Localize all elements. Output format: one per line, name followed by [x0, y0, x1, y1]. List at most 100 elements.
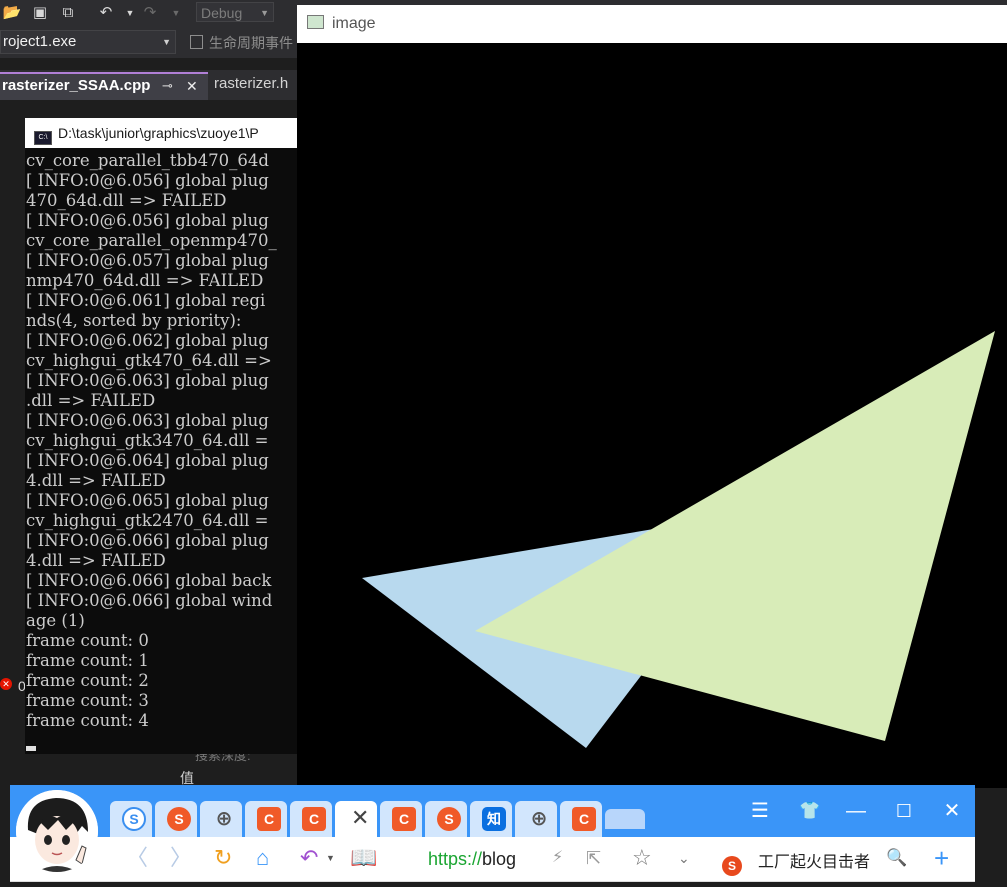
csdn-icon: C	[392, 807, 416, 831]
browser-tab[interactable]: S	[155, 801, 197, 837]
console-line: [ INFO:0@6.062] global plug	[26, 331, 269, 350]
console-line: frame count: 0	[26, 631, 149, 650]
browser-tab[interactable]: ✕	[335, 801, 377, 837]
console-line: [ INFO:0@6.066] global back	[26, 571, 272, 590]
console-line: 4.dll => FAILED	[26, 551, 166, 570]
reading-mode-icon[interactable]: 📖	[350, 846, 377, 870]
sogou-s-icon: S	[122, 807, 146, 831]
configuration-select[interactable]: Debug ▼	[196, 2, 274, 22]
browser-tab[interactable]: C	[560, 801, 602, 837]
console-icon: C:\	[34, 131, 52, 145]
url-scheme: https://	[428, 849, 483, 869]
home-icon[interactable]: ⌂	[256, 846, 269, 870]
pin-icon[interactable]: ⊸	[162, 74, 173, 98]
back-icon[interactable]: 〈	[126, 846, 148, 870]
console-line: .dll => FAILED	[26, 391, 156, 410]
minimize-icon[interactable]: —	[842, 797, 870, 825]
avatar-image	[16, 790, 98, 872]
extra-tab[interactable]	[605, 809, 645, 829]
browser-tab[interactable]: C	[245, 801, 287, 837]
lifecycle-events[interactable]: 生命周期事件	[190, 33, 293, 53]
startup-project-select[interactable]: roject1.exe ▼	[0, 30, 176, 54]
configuration-value: Debug	[201, 5, 243, 21]
maximize-icon[interactable]: ☐	[890, 797, 918, 825]
console-cursor	[26, 746, 36, 751]
tab-label: rasterizer_SSAA.cpp	[2, 77, 151, 94]
tab-rasterizer-h[interactable]: rasterizer.h	[214, 75, 288, 92]
console-line: age (1)	[26, 611, 85, 630]
console-line: frame count: 4	[26, 711, 149, 730]
console-line: [ INFO:0@6.056] global plug	[26, 171, 269, 190]
forward-icon[interactable]: 〉	[170, 846, 192, 870]
close-window-icon[interactable]: ✕	[938, 797, 966, 825]
csdn-icon: C	[572, 807, 596, 831]
browser-tab[interactable]: 知	[470, 801, 512, 837]
zhihu-icon: 知	[482, 807, 506, 831]
chevron-down-icon[interactable]: ▼	[120, 3, 140, 23]
undo-icon[interactable]: ↶	[96, 3, 116, 23]
chevron-down-icon[interactable]: ⌄	[678, 846, 690, 870]
window-icon	[307, 15, 324, 29]
error-icon: ✕	[0, 678, 12, 690]
refresh-icon[interactable]: ↻	[214, 846, 232, 870]
open-folder-icon[interactable]: 📂	[2, 3, 22, 23]
lifecycle-label: 生命周期事件	[209, 35, 293, 51]
sogou-icon: S	[437, 807, 461, 831]
csdn-icon: C	[302, 807, 326, 831]
lightning-icon[interactable]: ⚡	[552, 846, 563, 870]
console-line: [ INFO:0@6.066] global wind	[26, 591, 273, 610]
browser-tab[interactable]: ⊕	[515, 801, 557, 837]
console-title: D:\task\junior\graphics\zuoye1\P	[58, 125, 259, 141]
console-line: cv_core_parallel_tbb470_64d	[26, 151, 269, 170]
save-icon[interactable]: ▣	[30, 3, 50, 23]
console-line: nmp470_64d.dll => FAILED	[26, 271, 264, 290]
redo-icon[interactable]: ↷	[140, 3, 160, 23]
undo-close-icon[interactable]: ↶	[300, 846, 318, 870]
image-window-title-bar[interactable]: image	[297, 5, 1007, 43]
star-icon[interactable]: ☆	[632, 846, 652, 870]
search-engine-icon[interactable]: S	[722, 856, 742, 876]
browser-window[interactable]: ☰ 👕 — ☐ ✕ 〈 〉 ↻ ⌂ ↶ ▼ 📖 https://blog ⚡ ⇱…	[10, 785, 975, 887]
console-line: [ INFO:0@6.065] global plug	[26, 491, 269, 510]
console-line: [ INFO:0@6.057] global plug	[26, 251, 269, 270]
search-box[interactable]: S 工厂起火目击者	[722, 848, 870, 876]
avatar[interactable]	[16, 790, 98, 872]
save-all-icon[interactable]: ⧉	[58, 3, 78, 23]
console-line: frame count: 1	[26, 651, 149, 670]
new-tab-icon[interactable]: +	[934, 845, 949, 871]
menu-icon[interactable]: ☰	[746, 797, 774, 825]
console-output: cv_core_parallel_tbb470_64d[ INFO:0@6.05…	[26, 151, 297, 731]
console-title-bar[interactable]: C:\ D:\task\junior\graphics\zuoye1\P	[25, 118, 297, 148]
sogou-icon: S	[167, 807, 191, 831]
share-icon[interactable]: ⇱	[586, 846, 601, 870]
close-icon[interactable]: ✕	[351, 805, 369, 831]
address-bar[interactable]: https://blog	[428, 849, 516, 870]
globe-icon: ⊕	[215, 808, 233, 830]
console-line: 4.dll => FAILED	[26, 471, 166, 490]
console-line: frame count: 2	[26, 671, 149, 690]
browser-tab[interactable]: ⊕	[200, 801, 242, 837]
browser-tab[interactable]: S	[425, 801, 467, 837]
chevron-down-icon: ▼	[162, 37, 171, 47]
url-text: blog	[482, 849, 517, 869]
browser-tab[interactable]: C	[380, 801, 422, 837]
image-window[interactable]: image	[297, 5, 1007, 788]
chevron-down-icon[interactable]: ▼	[326, 846, 335, 870]
skin-icon[interactable]: 👕	[796, 797, 824, 825]
console-line: cv_highgui_gtk3470_64.dll =	[26, 431, 269, 450]
browser-tab[interactable]: S	[110, 801, 152, 837]
startup-project-value: roject1.exe	[3, 33, 77, 50]
search-icon[interactable]: 🔍	[886, 846, 907, 870]
close-icon[interactable]: ✕	[186, 74, 198, 98]
console-line: [ INFO:0@6.064] global plug	[26, 451, 269, 470]
console-line: frame count: 3	[26, 691, 149, 710]
console-line: [ INFO:0@6.063] global plug	[26, 411, 269, 430]
search-text: 工厂起火目击者	[758, 854, 871, 871]
tab-rasterizer-ssaa[interactable]: rasterizer_SSAA.cpp ⊸ ✕	[0, 72, 208, 100]
console-line: cv_highgui_gtk2470_64.dll =	[26, 511, 269, 530]
chevron-down-icon[interactable]: ▼	[166, 3, 186, 23]
console-line: [ INFO:0@6.066] global plug	[26, 531, 269, 550]
browser-tab[interactable]: C	[290, 801, 332, 837]
console-window[interactable]: C:\ D:\task\junior\graphics\zuoye1\P cv_c…	[25, 118, 297, 754]
console-line: [ INFO:0@6.056] global plug	[26, 211, 269, 230]
